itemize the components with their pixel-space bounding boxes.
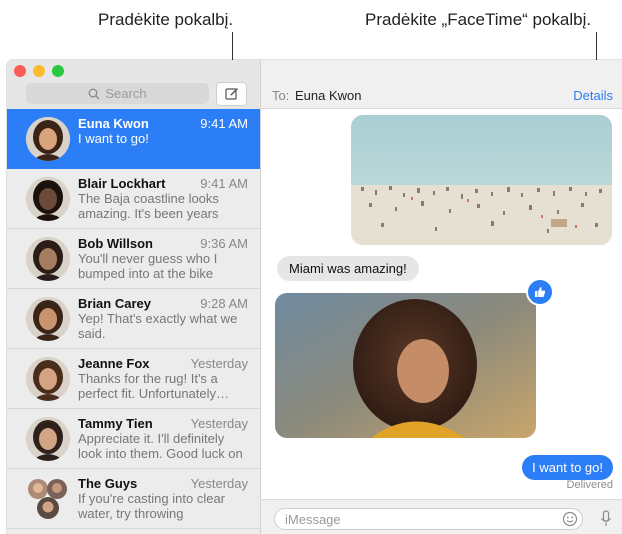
search-input[interactable]: Search bbox=[26, 83, 209, 104]
message-sent[interactable]: I want to go! bbox=[522, 455, 613, 480]
callout-start-conversation: Pradėkite pokalbį. bbox=[98, 10, 234, 29]
conversation-time: 9:36 AM bbox=[200, 236, 248, 251]
conversation-item[interactable]: Blair Lockhart 9:41 AM The Baja coastline … bbox=[7, 169, 260, 229]
avatar bbox=[26, 297, 70, 341]
conversation-name: The Guys bbox=[78, 476, 138, 491]
minimize-window-button[interactable] bbox=[33, 65, 45, 77]
conversation-name: Euna Kwon bbox=[78, 116, 149, 131]
portrait-photo-image bbox=[275, 293, 536, 438]
conversation-preview: Thanks for the rug! It's a perfect fit. … bbox=[78, 371, 230, 401]
search-placeholder: Search bbox=[105, 86, 147, 101]
conversation-preview: If you're casting into clear water, try … bbox=[78, 491, 225, 523]
sidebar-toolbar: Search bbox=[7, 60, 260, 109]
conversation-item[interactable]: Bob Willson 9:36 AM You'll never guess who… bbox=[7, 229, 260, 289]
conversation-name: Tammy Tien bbox=[78, 416, 153, 431]
conversation-preview: The Baja coastline looks amazing. It's b… bbox=[78, 191, 219, 223]
avatar bbox=[26, 117, 70, 161]
maximize-window-button[interactable] bbox=[52, 65, 64, 77]
conversation-item[interactable]: Brian Carey 9:28 AM Yep! That's exactly wh… bbox=[7, 289, 260, 349]
conversation-name: Blair Lockhart bbox=[78, 176, 166, 191]
conversation-time: Yesterday bbox=[190, 476, 248, 491]
conversation-preview: Appreciate it. I'll definitely look into… bbox=[78, 431, 243, 463]
message-composer: iMessage bbox=[261, 499, 622, 534]
close-window-button[interactable] bbox=[14, 65, 26, 77]
message-placeholder: iMessage bbox=[285, 512, 341, 527]
search-icon bbox=[88, 88, 100, 99]
chat-header: To: Euna Kwon Details bbox=[261, 60, 622, 109]
conversation-preview: I want to go! bbox=[78, 131, 149, 146]
delivery-status: Delivered bbox=[566, 479, 613, 491]
conversation-time: 9:41 AM bbox=[200, 176, 248, 191]
conversation-name: Brian Carey bbox=[78, 296, 151, 311]
chat-pane: To: Euna Kwon Details Miami was amazing!… bbox=[261, 60, 622, 534]
to-label: To: bbox=[272, 88, 290, 103]
recipient-name[interactable]: Euna Kwon bbox=[295, 88, 362, 103]
conversation-preview: Yep! That's exactly what we said. bbox=[78, 311, 238, 341]
avatar bbox=[26, 477, 70, 521]
avatar bbox=[26, 357, 70, 401]
conversation-time: Yesterday bbox=[190, 416, 248, 431]
conversation-name: Bob Willson bbox=[78, 236, 153, 251]
message-input[interactable]: iMessage bbox=[274, 508, 583, 530]
avatar bbox=[26, 237, 70, 281]
messages-window: Search Euna Kwon 9:41 AM I want to go! Blai… bbox=[7, 60, 622, 534]
conversation-time: 9:41 AM bbox=[200, 116, 248, 131]
conversation-time: Yesterday bbox=[190, 356, 248, 371]
callout-start-facetime: Pradėkite „FaceTime“ pokalbį. bbox=[365, 10, 592, 29]
conversation-item[interactable]: Tammy Tien Yesterday Appreciate it. I'll d… bbox=[7, 409, 260, 469]
avatar bbox=[26, 417, 70, 461]
conversation-preview: You'll never guess who I bumped into at … bbox=[78, 251, 218, 283]
beach-photo-image bbox=[351, 115, 612, 245]
conversation-item[interactable]: The Guys Yesterday If you're casting into … bbox=[7, 469, 260, 529]
message-received[interactable]: Miami was amazing! bbox=[277, 256, 419, 281]
compose-icon bbox=[224, 88, 238, 100]
emoji-icon[interactable] bbox=[562, 511, 578, 527]
conversation-item[interactable]: Jeanne Fox Yesterday Thanks for the rug! I… bbox=[7, 349, 260, 409]
details-button[interactable]: Details bbox=[573, 88, 613, 103]
compose-button[interactable] bbox=[216, 82, 247, 106]
conversation-item[interactable]: Euna Kwon 9:41 AM I want to go! bbox=[7, 109, 260, 169]
microphone-icon[interactable] bbox=[600, 510, 612, 528]
avatar bbox=[26, 177, 70, 221]
conversation-time: 9:28 AM bbox=[200, 296, 248, 311]
conversation-name: Jeanne Fox bbox=[78, 356, 150, 371]
sidebar: Search Euna Kwon 9:41 AM I want to go! Blai… bbox=[7, 60, 261, 534]
beach-photo[interactable] bbox=[351, 115, 612, 245]
thumbs-up-icon bbox=[535, 287, 546, 297]
thumbs-up-tapback[interactable] bbox=[526, 278, 554, 306]
portrait-photo[interactable] bbox=[275, 293, 536, 438]
